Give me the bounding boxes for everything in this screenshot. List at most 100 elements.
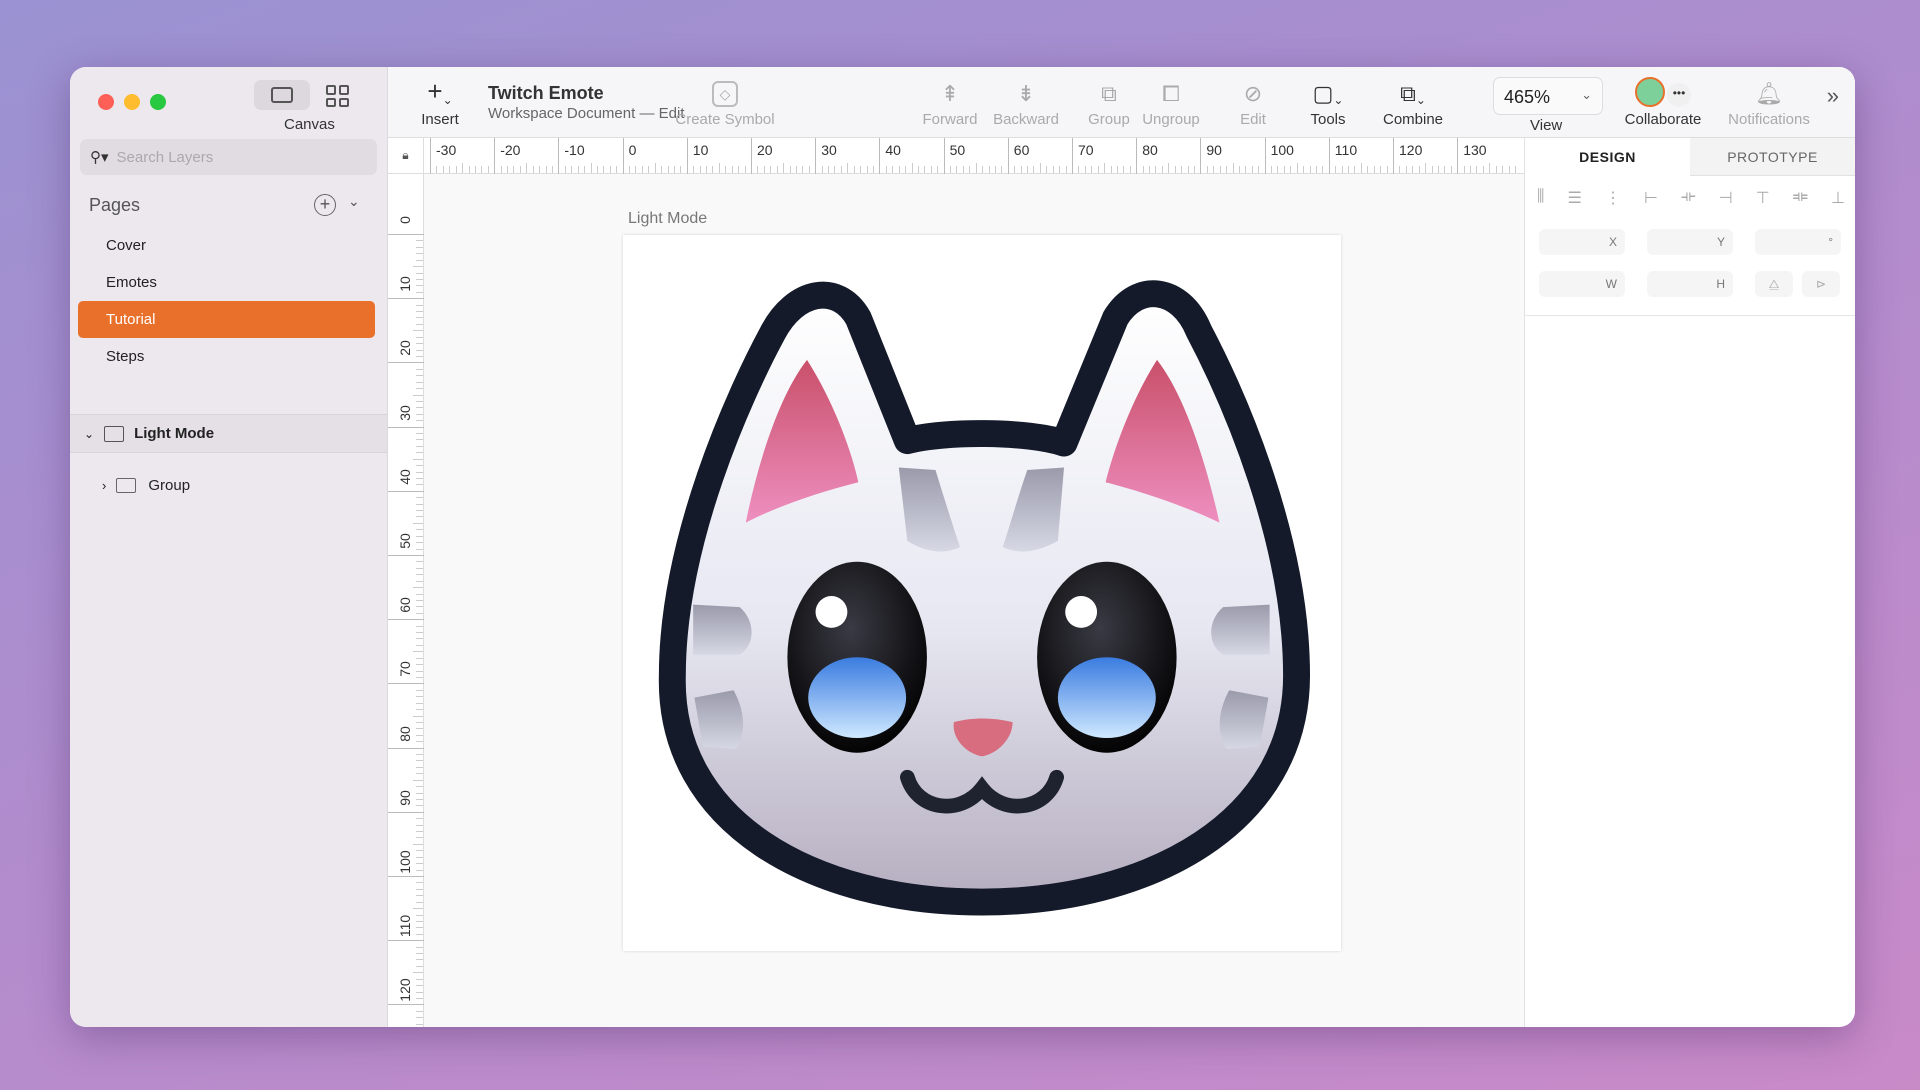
collaborate-label: Collaborate bbox=[1624, 111, 1702, 128]
page-cover[interactable]: Cover bbox=[78, 227, 375, 264]
sidebar: Canvas ⚲▾ Search Layers Pages + ⌄ Cover … bbox=[70, 67, 388, 1027]
add-page-button[interactable]: + bbox=[314, 194, 336, 216]
ruler-label: 40 bbox=[397, 469, 413, 485]
tools-button[interactable]: ▢ ⌄ Tools bbox=[1300, 67, 1356, 138]
align-center-icon[interactable]: ⟛ bbox=[1681, 188, 1696, 208]
grid-icon bbox=[326, 85, 336, 95]
edit-icon: ⊘ bbox=[1243, 81, 1263, 106]
backward-icon: ⇟ bbox=[1016, 81, 1036, 106]
ruler-label: 0 bbox=[628, 142, 637, 158]
page-tutorial[interactable]: Tutorial bbox=[78, 301, 375, 338]
ruler-label: 30 bbox=[821, 142, 837, 158]
backward-button[interactable]: ⇟ Backward bbox=[988, 67, 1064, 138]
combine-icon: ⧉ ⌄ bbox=[1400, 81, 1426, 107]
cat-emote[interactable] bbox=[623, 235, 1341, 951]
distribute-horizontal-icon[interactable]: ⫼ bbox=[1537, 188, 1544, 208]
ruler-tick bbox=[1393, 138, 1394, 174]
folder-icon bbox=[116, 477, 137, 493]
y-field[interactable]: Y bbox=[1647, 229, 1733, 255]
zoom-select[interactable]: 465% ⌄ bbox=[1493, 77, 1603, 115]
ungroup-icon: ⧠ bbox=[1162, 81, 1180, 106]
app-window: Canvas ⚲▾ Search Layers Pages + ⌄ Cover … bbox=[70, 67, 1855, 1027]
combine-button[interactable]: ⧉ ⌄ Combine bbox=[1378, 67, 1448, 138]
artboard[interactable] bbox=[623, 235, 1341, 951]
ruler-label: 60 bbox=[397, 597, 413, 613]
align-right-icon[interactable]: ⊣ bbox=[1719, 188, 1733, 208]
zoom-value: 465% bbox=[1504, 87, 1551, 107]
page-emotes[interactable]: Emotes bbox=[78, 264, 375, 301]
align-left-icon[interactable]: ⊢ bbox=[1644, 188, 1658, 208]
ruler-tick bbox=[1457, 138, 1459, 174]
notifications-button[interactable]: 🔔︎ Notifications bbox=[1721, 67, 1817, 138]
ruler-label: 90 bbox=[1206, 142, 1222, 158]
edit-button[interactable]: ⊘ Edit bbox=[1233, 67, 1273, 138]
align-bottom-icon[interactable]: ⊥ bbox=[1831, 188, 1845, 208]
view-label: View bbox=[1530, 117, 1563, 134]
zoom-button[interactable] bbox=[150, 94, 166, 110]
ruler-tick bbox=[686, 138, 688, 174]
height-field[interactable]: H bbox=[1647, 271, 1733, 297]
rotation-field[interactable]: ° bbox=[1755, 229, 1841, 255]
x-field[interactable]: X bbox=[1539, 229, 1625, 255]
ruler-label: 10 bbox=[397, 276, 413, 292]
canvas-icon bbox=[271, 87, 293, 103]
layer-light-mode[interactable]: ⌄ Light Mode bbox=[70, 415, 387, 453]
close-button[interactable] bbox=[98, 94, 114, 110]
tab-prototype[interactable]: PROTOTYPE bbox=[1690, 138, 1855, 176]
ruler-label: 120 bbox=[397, 978, 413, 1003]
collaborate-button[interactable]: ••• Collaborate bbox=[1618, 67, 1708, 138]
create-symbol-label: Create Symbol bbox=[675, 111, 775, 128]
more-icon[interactable]: ⋮ bbox=[1605, 188, 1621, 208]
ruler-label: 20 bbox=[757, 142, 773, 158]
canvas-label: Canvas bbox=[284, 116, 335, 133]
ruler-label: 40 bbox=[885, 142, 901, 158]
ungroup-button[interactable]: ⧠ Ungroup bbox=[1138, 67, 1204, 138]
layer-group[interactable]: › Group bbox=[70, 467, 387, 503]
ruler-tick bbox=[622, 138, 624, 174]
grid-view-button[interactable] bbox=[326, 85, 352, 107]
expand-panel-icon[interactable]: » bbox=[1827, 83, 1839, 109]
ruler-tick bbox=[1264, 138, 1266, 174]
minimize-button[interactable] bbox=[124, 94, 140, 110]
group-label: Group bbox=[1088, 111, 1130, 128]
canvas-view-button[interactable] bbox=[254, 80, 310, 110]
ruler-tick bbox=[943, 138, 945, 174]
ruler-tick bbox=[1136, 138, 1138, 174]
ruler-label: 110 bbox=[1334, 142, 1358, 158]
ruler-label: 20 bbox=[397, 340, 413, 357]
search-placeholder: Search Layers bbox=[116, 148, 214, 166]
align-top-icon[interactable]: ⊤ bbox=[1756, 188, 1770, 208]
search-layers[interactable]: ⚲▾ Search Layers bbox=[80, 139, 377, 175]
distribute-vertical-icon[interactable]: ☰ bbox=[1567, 188, 1581, 208]
flip-horizontal-button[interactable]: ⧋ bbox=[1755, 271, 1793, 297]
avatar bbox=[1635, 77, 1665, 107]
forward-label: Forward bbox=[922, 111, 978, 128]
chevron-down-icon[interactable]: ⌄ bbox=[84, 427, 94, 441]
ruler-label: 70 bbox=[397, 661, 413, 678]
width-field[interactable]: W bbox=[1539, 271, 1625, 297]
pages-collapse-icon[interactable]: ⌄ bbox=[348, 193, 360, 210]
ruler-tick bbox=[430, 138, 431, 174]
page-steps[interactable]: Steps bbox=[78, 338, 375, 375]
cat-head bbox=[658, 280, 1311, 916]
document-subtitle: Workspace Document — Edit bbox=[488, 105, 685, 122]
notifications-label: Notifications bbox=[1728, 111, 1810, 128]
lock-icon[interactable]: 🔒︎ bbox=[388, 138, 424, 174]
ruler-label: 100 bbox=[1270, 142, 1294, 158]
stripe bbox=[1211, 604, 1270, 655]
ruler-label: -10 bbox=[564, 142, 585, 158]
tab-design[interactable]: DESIGN bbox=[1525, 138, 1690, 176]
insert-button[interactable]: + ⌄ Insert bbox=[416, 67, 464, 138]
flip-vertical-button[interactable]: ⊳ bbox=[1802, 271, 1840, 297]
ruler-tick bbox=[1200, 138, 1202, 174]
ruler-label: 50 bbox=[949, 142, 966, 158]
chevron-right-icon[interactable]: › bbox=[102, 478, 106, 493]
ruler-label: -20 bbox=[500, 142, 521, 158]
ruler-label: 80 bbox=[397, 725, 413, 742]
ruler-label: 90 bbox=[397, 790, 413, 806]
create-symbol-button[interactable]: ◇ Create Symbol bbox=[670, 67, 780, 138]
group-button[interactable]: ⧉ Group bbox=[1083, 67, 1135, 138]
forward-button[interactable]: ⇞ Forward bbox=[918, 67, 982, 138]
horizontal-ruler: -30 -20 -10 0 10 20 30 40 50 60 70 80 90 100 110 120 130 bbox=[424, 138, 1524, 174]
align-middle-icon[interactable]: ⟚ bbox=[1793, 188, 1808, 208]
